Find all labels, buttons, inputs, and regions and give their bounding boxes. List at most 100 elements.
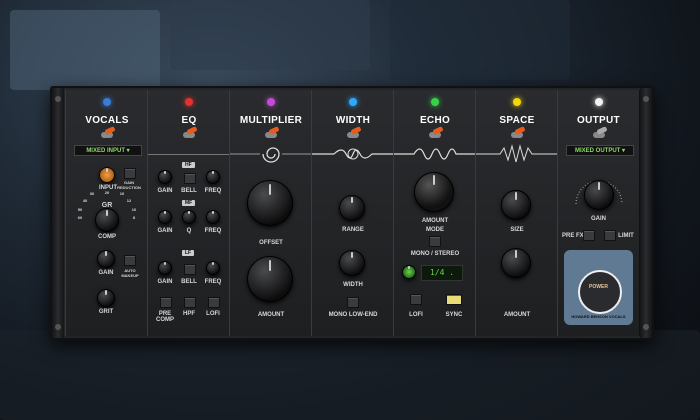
mf-gain-label: GAIN [157,228,173,234]
output-power-led[interactable] [594,98,603,106]
bypass-toggle[interactable] [179,126,199,140]
comp-knob[interactable] [95,208,119,232]
lf-bell-button[interactable] [184,264,196,275]
mono-low-end-button[interactable] [347,297,359,308]
hf-freq-knob[interactable] [206,170,220,184]
echo-amount-knob[interactable] [414,172,454,212]
sync-time-knob[interactable] [402,265,416,279]
echo-power-led[interactable] [431,98,439,106]
background-desk [0,330,700,420]
lf-band-tag: LF [182,250,195,256]
eq-module: EQ HF GAIN BELL FREQ MF GAIN Q FREQ LF G… [147,90,231,336]
module-title: WIDTH [335,115,371,126]
hf-bell-button[interactable] [184,173,196,184]
mf-gain-knob[interactable] [158,210,172,224]
gr-scale-16: 16 [119,191,125,196]
pre-fx-button[interactable] [583,230,595,241]
bypass-toggle[interactable] [97,126,117,140]
gr-scale-50: 50 [77,207,83,212]
gain-knob[interactable] [97,250,115,268]
size-knob[interactable] [501,190,531,220]
multiplier-power-led[interactable] [267,98,275,106]
space-module: SPACE SIZE AMOUNT [475,90,559,336]
mode-switch[interactable] [429,236,441,247]
bypass-toggle[interactable] [589,126,609,140]
module-title: EQ [181,115,197,126]
bypass-toggle[interactable] [261,126,281,140]
gr-scale-60: 60 [77,215,83,220]
right-rack-rail [640,88,652,338]
width-label: WIDTH [343,282,363,288]
module-title: MULTIPLIER [239,115,303,126]
background-monitor [390,0,570,80]
output-gain-knob[interactable] [584,180,614,210]
space-amount-knob[interactable] [501,248,531,278]
echo-amount-label: AMOUNT [421,218,449,224]
mono-low-end-label: MONO LOW-END [328,312,378,318]
vocal-channel-strip-plugin: VOCALS MIXED INPUT ▾ INPUT GAIN REDUCTIO… [50,86,654,340]
space-power-led[interactable] [513,98,521,106]
gr-scale-12: 12 [126,198,132,203]
echo-lofi-button[interactable] [410,294,422,305]
mode-label: MODE [426,227,444,233]
module-title: VOCALS [85,115,129,126]
mf-freq-label: FREQ [204,228,222,234]
limit-button[interactable] [604,230,616,241]
output-meter-label: MIXED OUTPUT ▾ [566,145,634,156]
lf-freq-label: FREQ [204,279,222,285]
sync-button[interactable] [446,294,462,305]
multiplier-module: MULTIPLIER OFFSET AMOUNT [229,90,313,336]
comp-label: COMP [98,234,116,240]
eq-power-led[interactable] [185,98,193,106]
lf-freq-knob[interactable] [206,261,220,275]
width-wave-icon [312,148,394,160]
hf-gain-knob[interactable] [158,170,172,184]
lf-bell-label: BELL [181,279,197,285]
bypass-toggle[interactable] [343,126,363,140]
mono-stereo-label: MONO / STEREO [410,251,460,257]
hf-bell-label: BELL [181,188,197,194]
width-module: WIDTH RANGE WIDTH MONO LOW-END [311,90,395,336]
hpf-label: HPF [183,311,195,317]
echo-wave-icon [394,148,476,160]
background-monitor [170,0,370,70]
range-knob[interactable] [339,195,365,221]
width-knob[interactable] [339,250,365,276]
mf-q-knob[interactable] [182,210,196,224]
module-title: ECHO [419,115,451,126]
hf-freq-label: FREQ [204,188,222,194]
multiplier-swirl-icon [230,147,312,163]
offset-label: OFFSET [259,240,283,246]
hpf-button[interactable] [184,297,196,308]
mf-band-tag: MF [182,200,196,206]
vocals-module: VOCALS MIXED INPUT ▾ INPUT GAIN REDUCTIO… [65,90,149,336]
echo-lofi-label: LOFI [409,312,423,318]
mf-freq-knob[interactable] [206,210,220,224]
input-knob[interactable] [99,167,115,183]
amount-knob[interactable] [247,256,293,302]
bypass-toggle[interactable] [425,126,445,140]
lf-gain-knob[interactable] [158,261,172,275]
gr-scale-20: 20 [104,190,110,195]
auto-makeup-button[interactable] [124,255,136,266]
space-wave-icon [476,144,558,163]
gr-scale-30: 30 [89,191,95,196]
swirl-line [148,154,230,155]
lofi-button[interactable] [208,297,220,308]
grit-knob[interactable] [97,289,115,307]
size-label: SIZE [510,227,524,233]
bypass-toggle[interactable] [507,126,527,140]
offset-knob[interactable] [247,180,293,226]
pre-comp-button[interactable] [160,297,172,308]
auto-makeup-label: AUTO MAKEUP [121,268,139,278]
output-gain-label: GAIN [591,216,606,222]
gain-reduction-button[interactable] [124,168,136,179]
vocals-power-led[interactable] [103,98,111,106]
gr-scale-10: 10 [131,207,137,212]
gain-reduction-label: GAIN REDUCTION [117,180,141,190]
sync-label: SYNC [445,312,463,318]
width-power-led[interactable] [349,98,357,106]
mf-q-label: Q [186,228,192,234]
space-amount-label: AMOUNT [503,312,531,318]
range-label: RANGE [342,227,364,233]
